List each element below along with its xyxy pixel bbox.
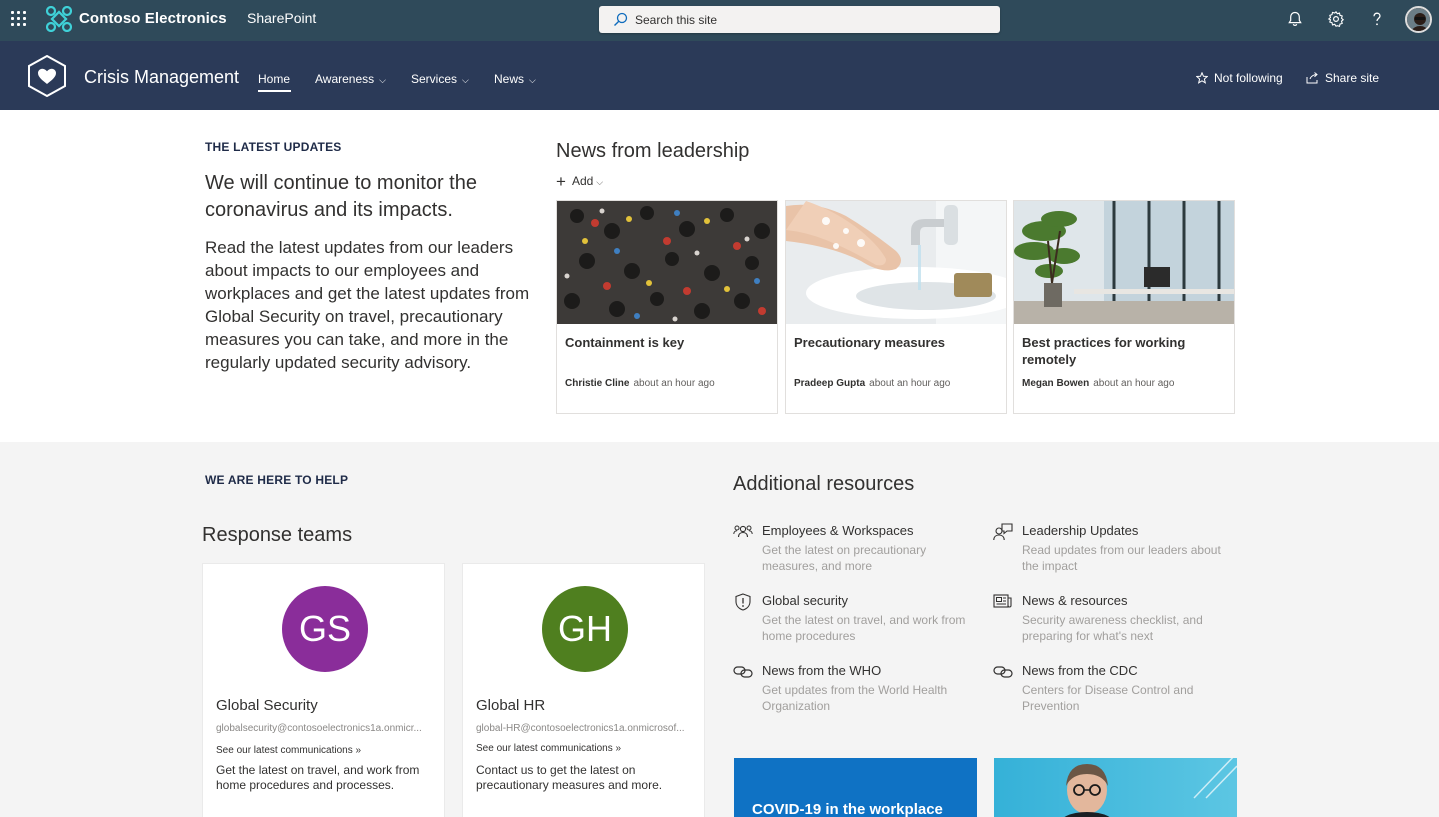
nav-home[interactable]: Home — [258, 72, 290, 86]
nav-selected-indicator — [258, 90, 291, 92]
link-icon — [733, 666, 753, 678]
news-title[interactable]: Best practices for working remotely — [1022, 334, 1222, 368]
share-icon — [1306, 72, 1318, 84]
chevron-down-icon: ⌵ — [462, 75, 469, 85]
video-tile[interactable] — [994, 758, 1237, 817]
news-author[interactable]: Megan Bowen — [1022, 378, 1089, 389]
nav-home-label: Home — [258, 72, 291, 86]
nav-services[interactable]: Services ⌵ — [411, 72, 469, 86]
nav-awareness-label: Awareness — [315, 72, 375, 86]
gear-icon[interactable] — [1327, 10, 1345, 28]
news-time: about an hour ago — [869, 378, 951, 389]
resource-description: Get the latest on travel, and work from … — [762, 613, 966, 643]
resource-description: Security awareness checklist, and prepar… — [1022, 613, 1203, 643]
resource-title[interactable]: News & resources — [1022, 593, 1127, 608]
search-input[interactable] — [635, 6, 975, 33]
team-name[interactable]: Global Security — [216, 697, 318, 714]
suite-bar: Contoso Electronics SharePoint — [0, 0, 1439, 41]
news-card[interactable]: Best practices for working remotely Mega… — [1013, 200, 1235, 414]
follow-label: Not following — [1214, 71, 1283, 85]
nav-news-label: News — [494, 72, 525, 86]
person-feedback-icon — [993, 523, 1013, 541]
star-icon — [1195, 71, 1209, 84]
help-eyebrow: WE ARE HERE TO HELP — [205, 473, 349, 487]
news-image-handwashing — [786, 201, 1006, 324]
share-site-button[interactable]: Share site — [1306, 71, 1379, 85]
resource-title[interactable]: News from the CDC — [1022, 663, 1138, 678]
follow-button[interactable]: Not following — [1195, 71, 1283, 85]
team-avatar: GH — [542, 586, 628, 672]
chevron-down-icon: ⌵ — [529, 75, 536, 85]
nav-awareness[interactable]: Awareness ⌵ — [315, 72, 386, 86]
plus-icon: + — [556, 172, 566, 191]
resource-description: Centers for Disease Control and Preventi… — [1022, 683, 1194, 713]
add-label: Add — [571, 174, 594, 188]
team-communications-link[interactable]: See our latest communications » — [476, 743, 621, 754]
news-meta: Megan Bowen about an hour ago — [1022, 378, 1174, 389]
news-author[interactable]: Pradeep Gupta — [794, 378, 865, 389]
news-meta: Pradeep Gupta about an hour ago — [794, 378, 950, 389]
team-communications-link[interactable]: See our latest communications » — [216, 745, 361, 756]
tile-title: COVID-19 in the workplace — [752, 801, 943, 817]
brand-name[interactable]: Contoso Electronics — [79, 10, 227, 27]
heart-logo-icon[interactable] — [27, 55, 67, 97]
nav-news[interactable]: News ⌵ — [494, 72, 536, 86]
resource-title[interactable]: Leadership Updates — [1022, 523, 1138, 538]
people-icon — [733, 525, 753, 538]
team-description: Get the latest on travel, and work from … — [216, 763, 420, 792]
news-time: about an hour ago — [1093, 378, 1175, 389]
contoso-logo-icon[interactable] — [46, 6, 72, 32]
resource-title[interactable]: News from the WHO — [762, 663, 881, 678]
response-teams-title: Response teams — [202, 524, 353, 546]
resource-description: Read updates from our leaders about the … — [1022, 543, 1221, 573]
news-meta: Christie Cline about an hour ago — [565, 378, 715, 389]
news-author[interactable]: Christie Cline — [565, 378, 629, 389]
link-icon — [993, 666, 1013, 678]
chevron-down-icon: ⌵ — [596, 177, 604, 187]
waffle-icon[interactable] — [11, 11, 27, 27]
team-name[interactable]: Global HR — [476, 697, 545, 714]
resource-title[interactable]: Global security — [762, 593, 848, 608]
news-time: about an hour ago — [633, 378, 715, 389]
nav-services-label: Services — [411, 72, 458, 86]
bell-icon[interactable] — [1286, 10, 1304, 28]
resource-description: Get the latest on precautionary measures… — [762, 543, 927, 573]
share-label: Share site — [1325, 71, 1380, 85]
site-title[interactable]: Crisis Management — [84, 67, 239, 88]
covid-workplace-tile[interactable]: COVID-19 in the workplace — [734, 758, 977, 817]
team-email[interactable]: globalsecurity@contosoelectronics1a.onmi… — [216, 723, 436, 734]
video-thumbnail — [1064, 758, 1237, 817]
news-title[interactable]: Containment is key — [565, 334, 765, 351]
news-image-traffic — [557, 201, 777, 324]
news-section-title: News from leadership — [556, 140, 750, 162]
team-card[interactable]: GS Global Security globalsecurity@contos… — [202, 563, 445, 817]
help-icon[interactable] — [1368, 10, 1386, 28]
news-image-office — [1014, 201, 1234, 324]
resource-title[interactable]: Employees & Workspaces — [762, 523, 914, 538]
latest-body: Read the latest updates from our leaders… — [205, 238, 530, 372]
search-box[interactable] — [599, 6, 1000, 33]
news-card[interactable]: Precautionary measures Pradeep Gupta abou… — [785, 200, 1007, 414]
team-avatar: GS — [282, 586, 368, 672]
resource-description: Get updates from the World Health Organi… — [762, 683, 948, 713]
user-avatar[interactable] — [1405, 6, 1432, 33]
team-card[interactable]: GH Global HR global-HR@contosoelectronic… — [462, 563, 705, 817]
latest-updates-eyebrow: THE LATEST UPDATES — [205, 140, 342, 154]
chevron-down-icon: ⌵ — [379, 75, 386, 85]
site-header: Crisis Management Home Awareness ⌵ Servic… — [0, 41, 1439, 110]
news-title[interactable]: Precautionary measures — [794, 334, 994, 351]
team-description: Contact us to get the latest on precauti… — [476, 763, 663, 792]
search-icon — [614, 12, 628, 26]
resources-title: Additional resources — [733, 473, 915, 495]
news-card[interactable]: Containment is key Christie Cline about a… — [556, 200, 778, 414]
team-email[interactable]: global-HR@contosoelectronics1a.onmicroso… — [476, 723, 696, 734]
add-news-button[interactable]: + Add ⌵ — [556, 172, 603, 192]
latest-heading: We will continue to monitor the coronavi… — [205, 172, 477, 221]
shield-alert-icon — [735, 593, 751, 611]
news-icon — [993, 594, 1012, 608]
app-name[interactable]: SharePoint — [247, 10, 316, 26]
